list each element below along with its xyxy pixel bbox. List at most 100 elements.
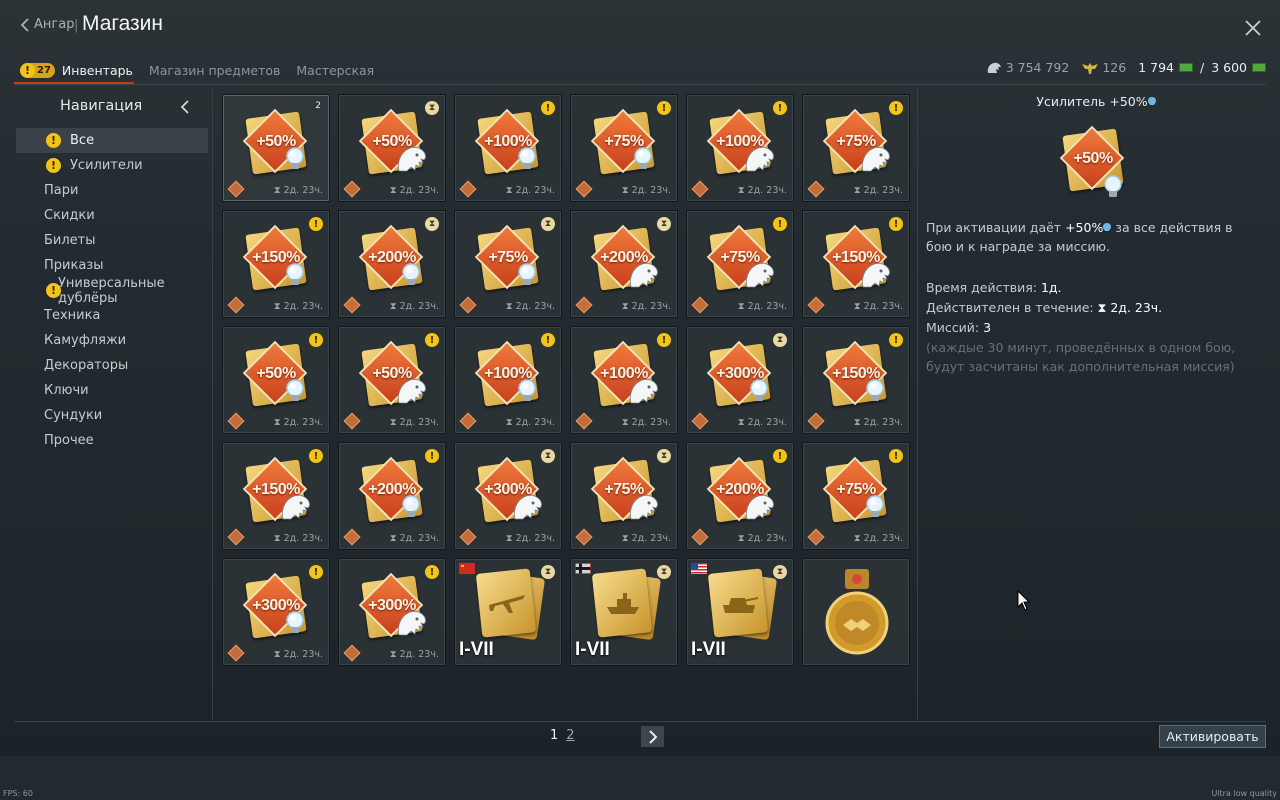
warning-icon: !: [541, 101, 555, 115]
rarity-diamond-icon: [343, 180, 361, 198]
crew-card-icon: [589, 568, 665, 641]
inventory-item-12[interactable]: +50% ⧗ 2д. 23ч.!: [222, 326, 330, 434]
sidebar-item-8[interactable]: Камуфляжи: [16, 328, 208, 353]
tab-item-shop[interactable]: Магазин предметов: [143, 57, 290, 83]
tab-inventory[interactable]: ! 27 Инвентарь: [14, 57, 143, 83]
item-timer: ⧗ 2д. 23ч.: [853, 185, 903, 196]
bulb-icon: [634, 147, 652, 169]
inventory-item-15[interactable]: +100% ⧗ 2д. 23ч.!: [570, 326, 678, 434]
inventory-item-3[interactable]: +75% ⧗ 2д. 23ч.!: [570, 94, 678, 202]
sidebar-item-2[interactable]: Пари: [16, 178, 208, 203]
back-to-hangar-button[interactable]: Ангар: [20, 17, 74, 32]
inventory-item-21[interactable]: +75% ⧗ 2д. 23ч. ⧗: [570, 442, 678, 550]
sidebar-item-11[interactable]: Сундуки: [16, 403, 208, 428]
collapse-sidebar-icon[interactable]: [180, 99, 190, 115]
inventory-item-27[interactable]: I-VII ⧗: [570, 558, 678, 666]
inventory-item-22[interactable]: +200% ⧗ 2д. 23ч.!: [686, 442, 794, 550]
lion-icon: [514, 494, 542, 520]
sidebar-item-1[interactable]: ! Усилители: [16, 153, 208, 178]
item-timer: ⧗ 2д. 23ч.: [621, 533, 671, 544]
sidebar-divider: [212, 88, 213, 720]
inventory-item-24[interactable]: +300% ⧗ 2д. 23ч.!: [222, 558, 330, 666]
inventory-item-1[interactable]: +50% ⧗ 2д. 23ч. ⧗: [338, 94, 446, 202]
rarity-diamond-icon: [343, 644, 361, 662]
lion-icon: [746, 262, 774, 288]
item-timer: ⧗ 2д. 23ч.: [273, 301, 323, 312]
bulb-icon: [286, 379, 304, 401]
sidebar-item-4[interactable]: Билеты: [16, 228, 208, 253]
rarity-diamond-icon: [807, 296, 825, 314]
inventory-item-13[interactable]: +50% ⧗ 2д. 23ч.!: [338, 326, 446, 434]
sidebar-item-12[interactable]: Прочее: [16, 428, 208, 453]
sidebar-item-0[interactable]: ! Все: [16, 128, 208, 153]
sidebar-item-label: Пари: [44, 183, 79, 198]
lion-icon: [630, 378, 658, 404]
sidebar-item-5[interactable]: Приказы: [16, 253, 208, 278]
rarity-diamond-icon: [459, 528, 477, 546]
silver-lions-balance: 3 754 792: [985, 60, 1069, 75]
tab-bar: ! 27 Инвентарь Магазин предметов Мастерс…: [14, 56, 384, 84]
inventory-item-19[interactable]: +200% ⧗ 2д. 23ч.!: [338, 442, 446, 550]
inventory-item-9[interactable]: +200% ⧗ 2д. 23ч. ⧗: [570, 210, 678, 318]
warning-icon: !: [773, 101, 787, 115]
mission-note: (каждые 30 минут, проведённых в одном бо…: [926, 340, 1236, 374]
hourglass-icon: ⧗: [425, 101, 439, 115]
missions-row: Миссий: 3: [926, 320, 992, 335]
inventory-item-16[interactable]: +300% ⧗ 2д. 23ч. ⧗: [686, 326, 794, 434]
inventory-item-5[interactable]: +75% ⧗ 2д. 23ч.!: [802, 94, 910, 202]
sidebar-item-9[interactable]: Декораторы: [16, 353, 208, 378]
sidebar-item-3[interactable]: Скидки: [16, 203, 208, 228]
close-icon[interactable]: [1244, 19, 1262, 37]
sidebar-item-7[interactable]: Техника: [16, 303, 208, 328]
inventory-item-29[interactable]: [802, 558, 910, 666]
warning-icon: !: [541, 333, 555, 347]
inventory-item-10[interactable]: +75% ⧗ 2д. 23ч.!: [686, 210, 794, 318]
inventory-item-11[interactable]: +150% ⧗ 2д. 23ч.!: [802, 210, 910, 318]
quality-label: Ultra low quality: [1211, 789, 1277, 798]
mouse-cursor-icon: [1017, 590, 1031, 611]
inventory-item-7[interactable]: +200% ⧗ 2д. 23ч. ⧗: [338, 210, 446, 318]
page-1-button[interactable]: 1: [550, 728, 558, 743]
rarity-diamond-icon: [459, 296, 477, 314]
inventory-item-0[interactable]: +50% ⧗ 2д. 23ч. 2: [222, 94, 330, 202]
inventory-item-6[interactable]: +150% ⧗ 2д. 23ч.!: [222, 210, 330, 318]
inventory-item-18[interactable]: +150% ⧗ 2д. 23ч.!: [222, 442, 330, 550]
rarity-diamond-icon: [691, 412, 709, 430]
tab-workshop[interactable]: Мастерская: [290, 57, 384, 83]
warning-icon: !: [773, 217, 787, 231]
tab-label: Инвентарь: [61, 62, 133, 78]
warning-icon: !: [425, 565, 439, 579]
warning-icon: !: [309, 217, 323, 231]
inventory-item-23[interactable]: +75% ⧗ 2д. 23ч.!: [802, 442, 910, 550]
item-timer: ⧗ 2д. 23ч.: [621, 301, 671, 312]
currency-bar: 3 754 792 126 1 794 / 3 600: [985, 60, 1266, 75]
warning-icon: !: [46, 133, 61, 148]
inventory-item-25[interactable]: +300% ⧗ 2д. 23ч.!: [338, 558, 446, 666]
page-title: Магазин: [82, 12, 164, 35]
sidebar-item-label: Прочее: [44, 433, 94, 448]
lion-icon: [398, 378, 426, 404]
rank-range: I-VII: [575, 639, 610, 660]
activate-button[interactable]: Активировать: [1159, 725, 1266, 748]
inventory-item-8[interactable]: +75% ⧗ 2д. 23ч. ⧗: [454, 210, 562, 318]
fps-counter: FPS: 60: [3, 789, 33, 798]
inventory-item-14[interactable]: +100% ⧗ 2д. 23ч.!: [454, 326, 562, 434]
sidebar-item-label: Усилители: [70, 158, 143, 173]
warning-icon: !: [773, 449, 787, 463]
sidebar-item-6[interactable]: ! Универсальные дублёры: [16, 276, 208, 306]
warning-icon: !: [889, 333, 903, 347]
inventory-item-26[interactable]: I-VII ⧗: [454, 558, 562, 666]
rarity-diamond-icon: [459, 412, 477, 430]
inventory-item-2[interactable]: +100% ⧗ 2д. 23ч.!: [454, 94, 562, 202]
page-2-button[interactable]: 2: [566, 728, 574, 743]
inventory-item-17[interactable]: +150% ⧗ 2д. 23ч.!: [802, 326, 910, 434]
next-page-button[interactable]: [641, 726, 664, 747]
inventory-item-28[interactable]: I-VII ⧗: [686, 558, 794, 666]
golden-eagles-balance: 126: [1081, 60, 1126, 75]
duration-row: Время действия: 1д.: [926, 280, 1062, 295]
inventory-item-4[interactable]: +100% ⧗ 2д. 23ч.!: [686, 94, 794, 202]
inventory-item-20[interactable]: +300% ⧗ 2д. 23ч. ⧗: [454, 442, 562, 550]
item-timer: ⧗ 2д. 23ч.: [273, 649, 323, 660]
cash-icon: [1252, 63, 1266, 72]
sidebar-item-10[interactable]: Ключи: [16, 378, 208, 403]
